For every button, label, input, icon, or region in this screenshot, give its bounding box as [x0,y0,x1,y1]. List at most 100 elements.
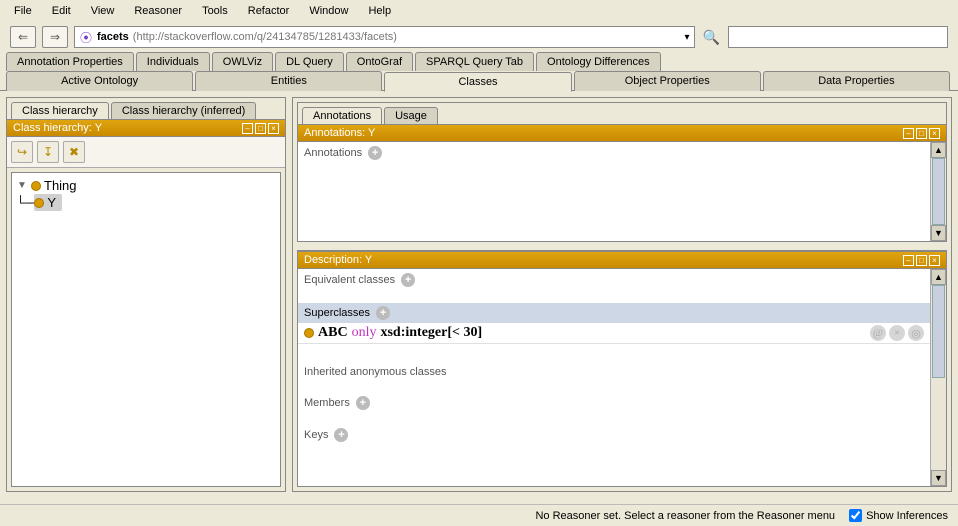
menu-view[interactable]: View [83,3,123,19]
tree-node-y[interactable]: Y [34,194,62,211]
menu-refactor[interactable]: Refactor [240,3,298,19]
subtab-annotations[interactable]: Annotations [302,107,382,124]
add-key-button[interactable]: + [334,428,348,442]
equivalent-classes-section: Equivalent classes + [298,269,930,291]
scrollbar[interactable]: ▲ ▼ [930,142,946,241]
axiom-class: ABC [318,325,348,341]
status-message: No Reasoner set. Select a reasoner from … [535,510,835,522]
nav-forward-button[interactable]: ⇒ [42,26,68,48]
ontology-uri-selector[interactable]: ⦿ facets (http://stackoverflow.com/q/241… [74,26,695,48]
search-input[interactable] [728,26,948,48]
menu-reasoner[interactable]: Reasoner [126,3,190,19]
menu-tools[interactable]: Tools [194,3,236,19]
hierarchy-header: Class hierarchy: Y – □ × [7,119,285,137]
tab-active-ontology[interactable]: Active Ontology [6,71,193,91]
subtab-class-hierarchy[interactable]: Class hierarchy [11,102,109,119]
tab-classes[interactable]: Classes [384,72,571,92]
panel-max-icon[interactable]: □ [916,255,927,266]
menu-window[interactable]: Window [301,3,356,19]
annotations-panel: Annotations Usage Annotations: Y – □ × A… [297,102,947,242]
tabs-primary: Annotation Properties Individuals OWLViz… [0,52,958,71]
chevron-down-icon: ▾ [685,32,690,43]
ontology-name: facets [97,31,129,43]
tree-toggle-icon[interactable]: ▼ [16,180,28,191]
subtab-class-hierarchy-inferred[interactable]: Class hierarchy (inferred) [111,102,256,119]
panel-window-icons: – □ × [903,128,940,139]
description-header: Description: Y – □ × [298,251,946,269]
panel-close-icon[interactable]: × [929,255,940,266]
scroll-track[interactable] [931,158,946,225]
superclass-axiom[interactable]: ABC only xsd:integer[< 30] @ × ◎ [298,323,930,344]
class-hierarchy-panel: Class hierarchy Class hierarchy (inferre… [6,97,286,492]
add-sibling-class-button[interactable]: ↪ [11,141,33,163]
menu-help[interactable]: Help [360,3,399,19]
main-content: Class hierarchy Class hierarchy (inferre… [0,90,958,498]
add-subclass-button[interactable]: ↧ [37,141,59,163]
subtab-usage[interactable]: Usage [384,107,438,124]
tree-connector: └─ [16,195,34,210]
scroll-thumb[interactable] [932,285,945,378]
section-label: Superclasses [304,307,370,319]
panel-close-icon[interactable]: × [929,128,940,139]
scroll-thumb[interactable] [932,158,945,225]
tab-sparql[interactable]: SPARQL Query Tab [415,52,534,71]
details-panel: Annotations Usage Annotations: Y – □ × A… [292,97,952,492]
inherited-section: Inherited anonymous classes [298,362,930,382]
show-inferences-checkbox[interactable] [849,509,862,522]
tree-node-thing[interactable]: ▼ Thing [16,177,276,194]
tab-owlviz[interactable]: OWLViz [212,52,273,71]
scrollbar[interactable]: ▲ ▼ [930,269,946,486]
panel-pin-icon[interactable]: – [903,255,914,266]
tabs-secondary: Active Ontology Entities Classes Object … [0,71,958,91]
scroll-track[interactable] [931,285,946,470]
panel-pin-icon[interactable]: – [903,128,914,139]
add-member-button[interactable]: + [356,396,370,410]
class-icon [31,181,41,191]
scroll-up-icon[interactable]: ▲ [931,269,946,285]
section-label: Members [304,397,350,409]
tab-dl-query[interactable]: DL Query [275,52,344,71]
annotations-body: Annotations + ▲ ▼ [298,142,946,241]
class-tree[interactable]: ▼ Thing └─ Y [11,172,281,487]
axiom-delete-button[interactable]: × [889,325,905,341]
tab-annotation-properties[interactable]: Annotation Properties [6,52,134,71]
scroll-up-icon[interactable]: ▲ [931,142,946,158]
tab-ontology-differences[interactable]: Ontology Differences [536,52,661,71]
axiom-edit-button[interactable]: ◎ [908,325,924,341]
section-label: Annotations [304,147,362,159]
scroll-down-icon[interactable]: ▼ [931,470,946,486]
scroll-down-icon[interactable]: ▼ [931,225,946,241]
hierarchy-header-title: Class hierarchy: Y [13,122,102,134]
axiom-annot-button[interactable]: @ [870,325,886,341]
panel-max-icon[interactable]: □ [916,128,927,139]
tree-node-label: Thing [44,178,77,193]
members-section: Members + [298,392,930,414]
hierarchy-toolbar: ↪ ↧ ✖ [7,137,285,168]
delete-class-button[interactable]: ✖ [63,141,85,163]
menu-edit[interactable]: Edit [44,3,79,19]
axiom-tools: @ × ◎ [870,325,924,341]
show-inferences-toggle[interactable]: Show Inferences [849,509,948,522]
annotations-subtabs: Annotations Usage [298,103,946,124]
menu-file[interactable]: File [6,3,40,19]
panel-close-icon[interactable]: × [268,123,279,134]
tab-ontograf[interactable]: OntoGraf [346,52,413,71]
search-icon: 🔍 [701,29,722,46]
toolbar: ⇐ ⇒ ⦿ facets (http://stackoverflow.com/q… [0,22,958,52]
add-equivalent-button[interactable]: + [401,273,415,287]
section-label: Inherited anonymous classes [304,366,446,378]
tab-data-properties[interactable]: Data Properties [763,71,950,91]
panel-pin-icon[interactable]: – [242,123,253,134]
annotations-section: Annotations + [298,142,930,164]
tree-node-label: Y [47,195,56,210]
add-superclass-button[interactable]: + [376,306,390,320]
tab-entities[interactable]: Entities [195,71,382,91]
description-panel: Description: Y – □ × Equivalent classes … [297,250,947,487]
section-label: Equivalent classes [304,274,395,286]
add-annotation-button[interactable]: + [368,146,382,160]
tab-individuals[interactable]: Individuals [136,52,210,71]
nav-back-button[interactable]: ⇐ [10,26,36,48]
panel-max-icon[interactable]: □ [255,123,266,134]
tab-object-properties[interactable]: Object Properties [574,71,761,91]
ontology-path: (http://stackoverflow.com/q/24134785/128… [133,31,397,43]
